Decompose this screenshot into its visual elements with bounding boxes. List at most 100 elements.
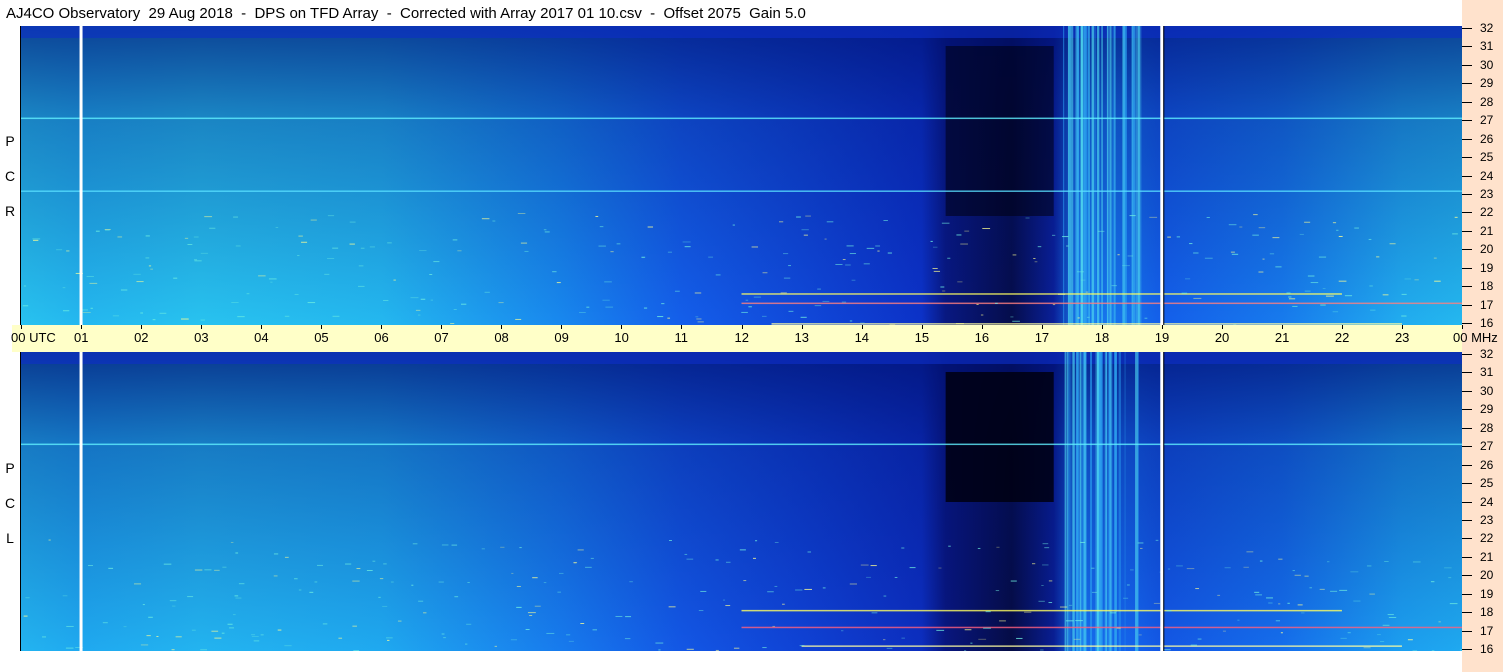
- noise-speckle: [146, 635, 151, 637]
- freq-tick-label: 19: [1480, 260, 1494, 275]
- noise-speckle: [1189, 243, 1193, 245]
- noise-speckle: [1366, 565, 1372, 567]
- noise-speckle: [556, 282, 561, 284]
- noise-speckle: [1149, 216, 1158, 218]
- noise-speckle: [159, 312, 167, 314]
- freq-tick-label: 29: [1480, 76, 1494, 91]
- noise-speckle: [62, 287, 66, 289]
- noise-speckle: [194, 260, 202, 262]
- time-tick-mark: [381, 325, 383, 329]
- noise-speckle: [933, 270, 941, 272]
- noise-speckle: [849, 320, 853, 322]
- noise-speckle: [980, 314, 984, 316]
- noise-speckle: [774, 585, 778, 587]
- freq-tick-mark: [1462, 409, 1472, 411]
- vertical-striation: [1063, 26, 1065, 325]
- noise-speckle: [1326, 561, 1330, 563]
- noise-speckle: [807, 551, 812, 553]
- noise-speckle: [1237, 619, 1240, 621]
- noise-speckle: [780, 292, 787, 294]
- noise-speckle: [42, 636, 47, 638]
- noise-speckle: [752, 557, 756, 559]
- time-tick-label: 21: [1274, 330, 1290, 345]
- freq-tick-label: 26: [1480, 131, 1494, 146]
- rcp-label-p: P: [5, 133, 15, 149]
- noise-speckle: [214, 569, 220, 571]
- noise-speckle: [251, 636, 259, 638]
- noise-speckle: [860, 322, 865, 324]
- noise-speckle: [298, 235, 303, 237]
- noise-speckle: [841, 301, 847, 303]
- noise-speckle: [1059, 606, 1068, 608]
- noise-speckle: [647, 226, 654, 228]
- noise-speckle: [1239, 226, 1243, 228]
- noise-speckle: [955, 323, 964, 325]
- noise-speckle: [624, 638, 631, 640]
- noise-speckle: [674, 290, 680, 292]
- lcp-spectrogram: [21, 352, 1462, 651]
- freq-tick-mark: [1462, 354, 1472, 355]
- noise-speckle: [307, 302, 316, 304]
- noise-speckle: [1452, 233, 1458, 235]
- noise-speckle: [511, 572, 514, 574]
- noise-speckle: [543, 229, 547, 231]
- top-band: [21, 26, 1462, 38]
- vertical-striation: [1068, 352, 1072, 651]
- time-tick-label: 00 MHz: [1453, 330, 1498, 345]
- freq-tick-label: 30: [1480, 57, 1494, 72]
- time-tick-mark: [1101, 325, 1103, 329]
- noise-speckle: [294, 293, 299, 295]
- noise-speckle: [234, 595, 239, 597]
- noise-speckle: [1319, 588, 1325, 590]
- noise-speckle: [520, 242, 528, 244]
- noise-speckle: [324, 273, 330, 275]
- vertical-striation: [1090, 26, 1094, 325]
- noise-speckle: [327, 258, 335, 260]
- noise-speckle: [1167, 236, 1171, 238]
- time-tick-label: 11: [674, 330, 688, 345]
- vertical-striation: [1076, 26, 1079, 325]
- time-tick-mark: [81, 325, 83, 329]
- noise-speckle: [123, 626, 127, 628]
- noise-speckle: [1181, 292, 1188, 294]
- freq-tick-label: 24: [1480, 168, 1494, 183]
- noise-speckle: [822, 300, 830, 302]
- noise-speckle: [1430, 581, 1435, 583]
- freq-tick-mark: [1462, 390, 1472, 392]
- noise-speckle: [443, 637, 446, 639]
- rcp-spectrogram-plot: [21, 26, 1462, 325]
- noise-speckle: [824, 238, 827, 240]
- vertical-striation: [1069, 26, 1071, 325]
- freq-tick-label: 25: [1480, 150, 1494, 165]
- vertical-striation: [1072, 352, 1076, 651]
- noise-speckle: [1268, 602, 1273, 604]
- noise-speckle: [1254, 591, 1260, 593]
- noise-speckle: [156, 636, 159, 638]
- noise-speckle: [1404, 278, 1412, 280]
- noise-speckle: [233, 216, 238, 218]
- time-tick-label: 07: [434, 330, 449, 345]
- noise-speckle: [883, 639, 886, 641]
- noise-speckle: [1368, 238, 1372, 240]
- noise-speckle: [1025, 217, 1030, 219]
- noise-speckle: [595, 215, 599, 217]
- noise-speckle: [1401, 315, 1407, 317]
- noise-speckle: [814, 305, 822, 307]
- noise-speckle: [1288, 296, 1292, 298]
- vertical-striation: [1096, 26, 1100, 325]
- noise-speckle: [1116, 627, 1121, 629]
- noise-speckle: [1258, 227, 1266, 229]
- freq-tick-label: 25: [1480, 476, 1494, 491]
- noise-speckle: [1387, 614, 1394, 616]
- noise-speckle: [783, 277, 791, 279]
- noise-speckle: [804, 588, 812, 590]
- noise-speckle: [901, 547, 905, 549]
- freq-tick-label: 28: [1480, 420, 1494, 435]
- noise-speckle: [227, 623, 233, 625]
- rcp-spectrogram: [21, 26, 1462, 325]
- noise-speckle: [1258, 271, 1264, 273]
- noise-speckle: [1185, 278, 1191, 280]
- noise-speckle: [643, 307, 648, 309]
- noise-speckle: [519, 547, 522, 549]
- noise-speckle: [1301, 612, 1305, 614]
